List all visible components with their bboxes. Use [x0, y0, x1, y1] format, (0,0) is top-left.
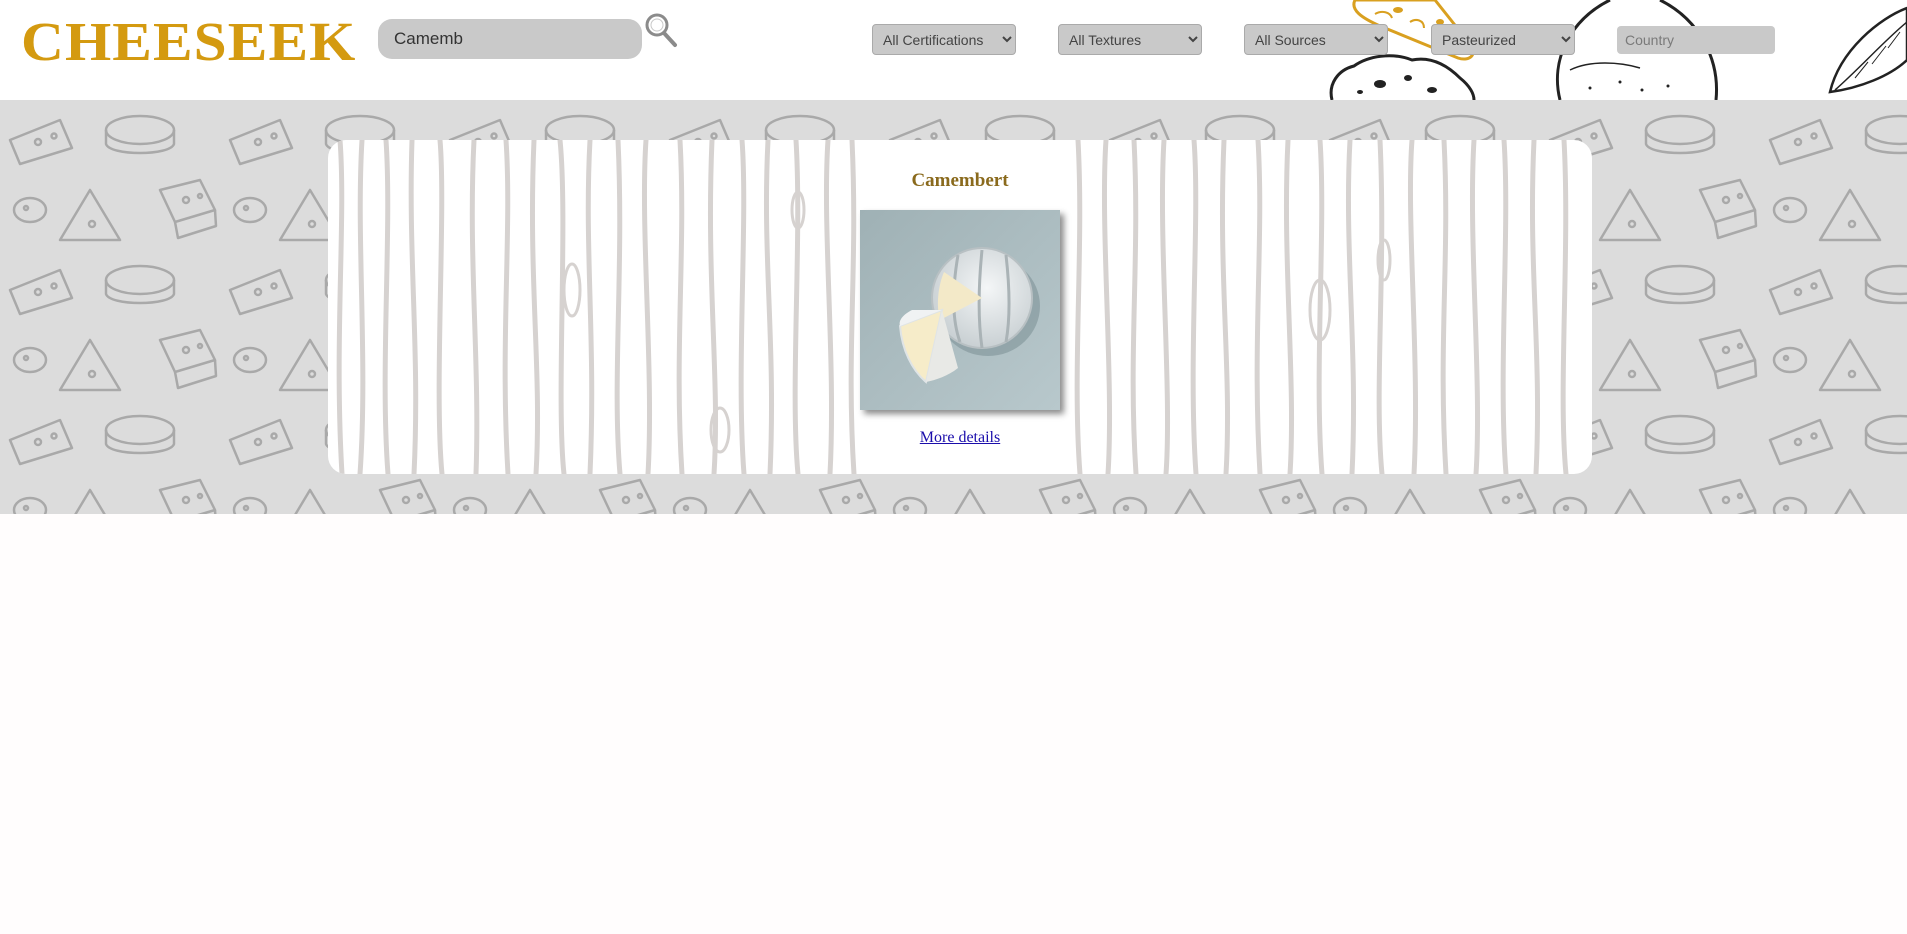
more-details-link-text[interactable]: More details	[920, 429, 1000, 446]
result-card: Camembert More details	[328, 140, 1592, 474]
pasteurization-select[interactable]: Pasteurized	[1431, 24, 1575, 55]
search-icon[interactable]	[644, 12, 678, 48]
site-header: CHEESEEK All Certifications	[0, 0, 1907, 100]
results-area: Camembert More details	[0, 100, 1907, 514]
search-input[interactable]	[378, 19, 642, 59]
site-logo[interactable]: CHEESEEK	[21, 8, 356, 76]
source-select[interactable]: All Sources	[1244, 24, 1388, 55]
country-input[interactable]	[1617, 26, 1775, 54]
cheese-name[interactable]: Camembert	[328, 170, 1592, 192]
texture-select[interactable]: All Textures	[1058, 24, 1202, 55]
cheese-illustration	[1329, 0, 1907, 100]
camembert-photo[interactable]	[860, 210, 1060, 410]
more-details-link[interactable]: More details	[328, 429, 1592, 447]
certification-select[interactable]: All Certifications	[872, 24, 1016, 55]
